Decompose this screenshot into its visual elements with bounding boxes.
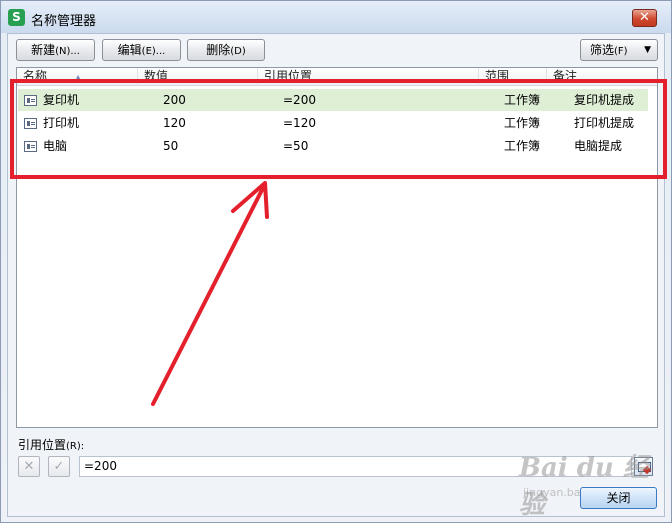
confirm-edit-button[interactable]: ✓ <box>48 456 70 477</box>
close-icon[interactable]: ✕ <box>632 9 657 27</box>
delete-button-label: 删除 <box>206 43 231 57</box>
cancel-icon: ✕ <box>23 459 35 474</box>
wps-sheet-icon: S <box>8 9 25 26</box>
reference-label: 引用位置(R): <box>18 436 84 453</box>
name-entry-icon <box>24 95 37 106</box>
cancel-edit-button[interactable]: ✕ <box>18 456 40 477</box>
row-comment: 打印机提成 <box>574 116 635 130</box>
row-value: 120 <box>163 116 186 130</box>
reference-label-text: 引用位置 <box>18 438 67 452</box>
edit-button-label: 编辑 <box>117 43 142 57</box>
reference-label-shortcut: (R): <box>66 441 85 452</box>
new-button[interactable]: 新建(N)... <box>16 39 95 61</box>
column-header-value[interactable]: 数值 <box>138 68 258 86</box>
name-manager-dialog: S 名称管理器 ✕ 新建(N)... 编辑(E)... 删除(D) 筛选(F) … <box>0 0 672 523</box>
title-bar[interactable]: S 名称管理器 ✕ <box>1 1 671 33</box>
delete-button-shortcut: (D) <box>230 46 246 57</box>
filter-button-label: 筛选 <box>590 43 615 57</box>
row-name: 电脑 <box>43 139 68 153</box>
delete-button[interactable]: 删除(D) <box>187 39 265 61</box>
row-scope: 工作簿 <box>504 139 541 153</box>
row-ref: =50 <box>283 139 309 153</box>
column-header-name[interactable]: 名称 ▲ <box>17 68 138 86</box>
row-name: 复印机 <box>43 93 80 107</box>
row-scope: 工作簿 <box>504 116 541 130</box>
column-header-ref[interactable]: 引用位置 <box>258 68 479 86</box>
filter-button-shortcut: (F) <box>614 46 628 57</box>
reference-input[interactable]: =200 <box>79 456 632 477</box>
sort-ascending-icon: ▲ <box>75 73 82 82</box>
row-ref: =200 <box>283 93 316 107</box>
row-ref: =120 <box>283 116 316 130</box>
column-header-comment[interactable]: 备注 <box>547 68 657 86</box>
table-row[interactable]: 打印机 120 =120 工作簿 打印机提成 <box>18 112 648 134</box>
table-row[interactable]: 电脑 50 =50 工作簿 电脑提成 <box>18 135 648 157</box>
table-row[interactable]: 复印机 200 =200 工作簿 复印机提成 <box>18 89 648 111</box>
row-name: 打印机 <box>43 116 80 130</box>
name-entry-icon <box>24 141 37 152</box>
column-header-scope[interactable]: 范围 <box>479 68 547 86</box>
list-header: 名称 ▲ 数值 引用位置 范围 备注 <box>17 68 657 86</box>
range-picker-icon[interactable] <box>634 457 653 476</box>
new-button-label: 新建 <box>31 43 56 57</box>
names-list[interactable]: 名称 ▲ 数值 引用位置 范围 备注 复印机 200 =200 工作簿 复印机提… <box>16 67 658 428</box>
row-comment: 电脑提成 <box>574 139 623 153</box>
check-icon: ✓ <box>53 459 65 474</box>
column-header-name-label: 名称 <box>23 69 48 83</box>
row-scope: 工作簿 <box>504 93 541 107</box>
edit-button-shortcut: (E)... <box>141 46 166 57</box>
close-button[interactable]: 关闭 <box>580 487 657 509</box>
dialog-title: 名称管理器 <box>31 14 97 29</box>
name-entry-icon <box>24 118 37 129</box>
edit-button[interactable]: 编辑(E)... <box>102 39 181 61</box>
row-value: 50 <box>163 139 179 153</box>
filter-dropdown-button[interactable]: 筛选(F) ▼ <box>580 39 658 61</box>
row-comment: 复印机提成 <box>574 93 635 107</box>
row-value: 200 <box>163 93 186 107</box>
chevron-down-icon: ▼ <box>644 45 651 55</box>
new-button-shortcut: (N)... <box>55 46 80 57</box>
